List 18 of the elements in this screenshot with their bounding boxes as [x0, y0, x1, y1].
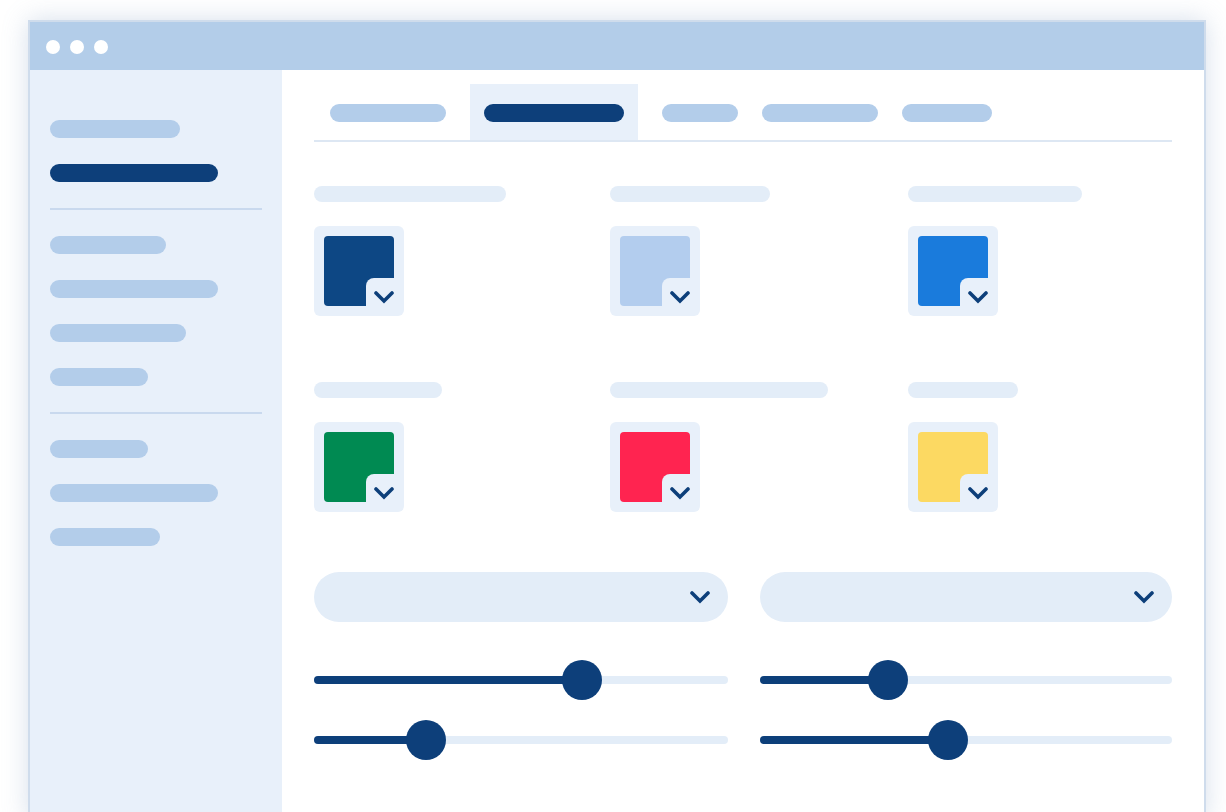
chevron-icon — [967, 485, 988, 499]
chevron-icon — [670, 289, 691, 303]
dropdown[interactable] — [314, 572, 727, 622]
sidebar-item[interactable] — [50, 164, 218, 182]
slider-thumb[interactable] — [867, 660, 907, 700]
chevron-icon — [967, 289, 988, 303]
chevron-icon — [670, 485, 691, 499]
slider-thumb[interactable] — [405, 720, 446, 760]
label-bar — [314, 382, 442, 398]
label-bar — [907, 382, 1018, 398]
chevron-icon — [1134, 590, 1154, 604]
chevron-icon — [689, 590, 709, 604]
chevron-icon — [374, 485, 394, 499]
dropdown[interactable] — [759, 572, 1172, 622]
slider-thumb[interactable] — [562, 660, 603, 700]
slider-thumb[interactable] — [928, 720, 969, 760]
chevron-icon — [374, 289, 394, 303]
tab[interactable] — [470, 84, 638, 140]
